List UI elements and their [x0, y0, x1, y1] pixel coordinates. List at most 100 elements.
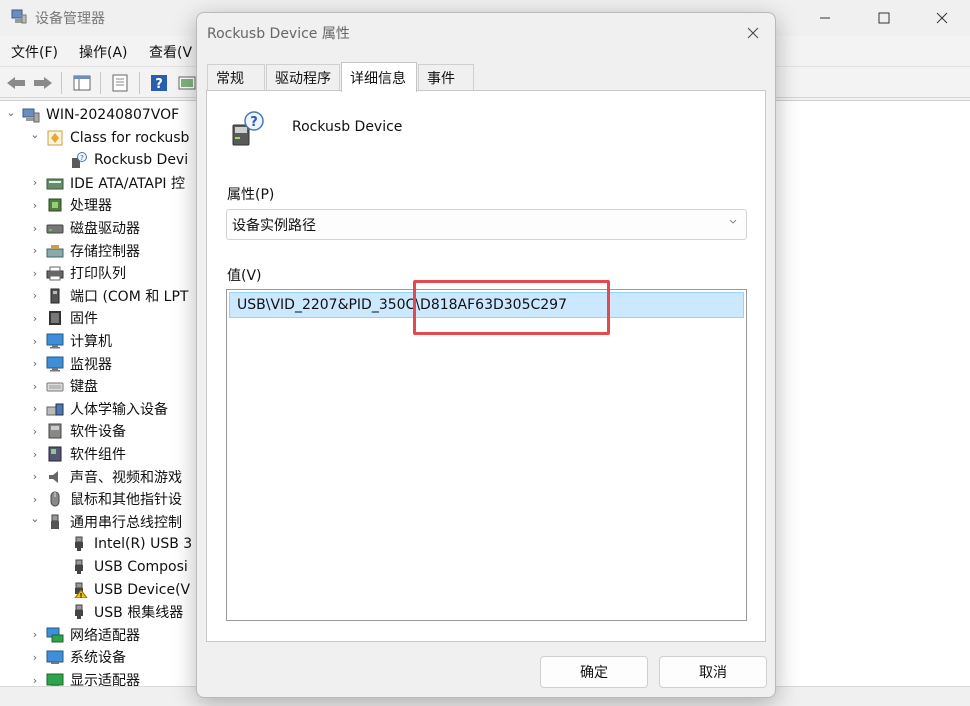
properties-dialog: Rockusb Device 属性 常规 驱动程序 详细信息 事件 ? Rock…: [196, 12, 776, 698]
tab-details[interactable]: 详细信息: [341, 62, 417, 92]
scan-hardware-icon: [178, 76, 196, 90]
usb-icon: [51, 514, 59, 529]
property-dropdown-value: 设备实例路径: [232, 217, 316, 234]
tree-item-label: Intel(R) USB 3: [94, 536, 193, 553]
usb-plug-icon: [75, 604, 83, 620]
chevron-right-icon[interactable]: ›: [28, 493, 42, 506]
chevron-right-icon[interactable]: ›: [28, 470, 42, 483]
details-panel: ? Rockusb Device 属性(P) 设备实例路径 值(V) USB\V…: [206, 90, 766, 642]
app-title: 设备管理器: [35, 11, 105, 27]
close-icon: [747, 27, 759, 39]
tree-item-label: 存储控制器: [70, 243, 140, 260]
minimize-icon: [820, 17, 830, 19]
disk-icon: [46, 224, 64, 234]
chevron-right-icon[interactable]: ›: [28, 651, 42, 664]
chevron-right-icon[interactable]: ›: [28, 628, 42, 641]
update-driver-button[interactable]: [176, 72, 198, 94]
chevron-down-icon: [729, 219, 737, 224]
dialog-title: Rockusb Device 属性: [207, 26, 350, 42]
chevron-right-icon[interactable]: ›: [28, 425, 42, 438]
forward-arrow-icon: [34, 77, 52, 89]
device-name: Rockusb Device: [292, 119, 403, 135]
chevron-right-icon[interactable]: ›: [28, 267, 42, 280]
network-icon: [46, 627, 64, 643]
tree-item-label: 处理器: [70, 198, 112, 215]
chevron-right-icon[interactable]: ›: [28, 199, 42, 212]
chevron-right-icon[interactable]: ›: [28, 222, 42, 235]
hid-icon: [46, 403, 64, 416]
chevron-down-icon[interactable]: ⌄: [4, 106, 18, 119]
tree-item-label: 端口 (COM 和 LPT: [70, 288, 189, 305]
chevron-right-icon[interactable]: ›: [28, 674, 42, 687]
menu-file[interactable]: 文件(F): [11, 42, 58, 62]
chevron-down-icon[interactable]: ⌄: [28, 128, 42, 141]
chevron-right-icon[interactable]: ›: [28, 244, 42, 257]
chevron-right-icon[interactable]: ›: [28, 380, 42, 393]
chevron-right-icon[interactable]: ›: [28, 402, 42, 415]
show-hide-console-tree-button[interactable]: [71, 72, 93, 94]
tab-strip: 常规 驱动程序 详细信息 事件: [207, 62, 767, 92]
back-button[interactable]: [5, 72, 27, 94]
chevron-right-icon[interactable]: ›: [28, 289, 42, 302]
speaker-icon: [49, 470, 58, 483]
device-manager-icon: [11, 9, 27, 24]
tree-item-label: 软件设备: [70, 424, 126, 441]
tab-events[interactable]: 事件: [418, 64, 474, 90]
ok-button[interactable]: 确定: [540, 656, 648, 688]
menu-view[interactable]: 查看(V: [149, 42, 192, 62]
svg-text:!: !: [80, 592, 83, 598]
ide-icon: [46, 178, 64, 190]
value-listbox[interactable]: USB\VID_2207&PID_350C\D818AF63D305C297: [226, 289, 747, 621]
value-label: 值(V): [227, 268, 262, 284]
chevron-right-icon[interactable]: ›: [28, 176, 42, 189]
tree-item-label: 通用串行总线控制: [70, 514, 182, 531]
properties-button[interactable]: [109, 72, 131, 94]
close-window-button[interactable]: [913, 0, 970, 36]
firmware-icon: [49, 311, 61, 326]
chevron-right-icon[interactable]: ›: [28, 357, 42, 370]
help-button[interactable]: ?: [148, 72, 170, 94]
dialog-close-button[interactable]: [737, 19, 769, 47]
usb-plug-icon: [75, 536, 83, 552]
properties-icon: [112, 74, 128, 92]
tree-item-label: USB Device(V: [94, 581, 191, 598]
property-label: 属性(P): [227, 187, 275, 203]
forward-button[interactable]: [32, 72, 54, 94]
toolbar-separator: [100, 72, 101, 94]
minimize-button[interactable]: [796, 0, 854, 36]
cpu-icon: [48, 198, 62, 212]
printer-icon: [46, 266, 64, 281]
chevron-right-icon[interactable]: ›: [28, 335, 42, 348]
maximize-button[interactable]: [855, 0, 913, 36]
chevron-right-icon[interactable]: ›: [28, 312, 42, 325]
chevron-down-icon[interactable]: ⌄: [28, 512, 42, 525]
menu-action[interactable]: 操作(A): [79, 42, 128, 62]
tree-item-label: 声音、视频和游戏: [70, 469, 182, 486]
warning-usb-icon: !: [74, 582, 88, 598]
tree-item-label: Rockusb Devi: [94, 152, 189, 169]
tree-item-label: WIN-20240807VOF: [46, 107, 180, 123]
tree-item-label: USB 根集线器: [94, 605, 184, 622]
usb-plug-icon: [75, 559, 83, 574]
tab-driver[interactable]: 驱动程序: [266, 64, 340, 90]
tab-general[interactable]: 常规: [207, 64, 265, 90]
tree-item-label: 磁盘驱动器: [70, 221, 140, 237]
cancel-button[interactable]: 取消: [659, 656, 767, 688]
property-dropdown[interactable]: 设备实例路径: [226, 209, 747, 240]
monitor-icon: [46, 356, 64, 372]
svg-text:?: ?: [155, 77, 163, 92]
chevron-right-icon[interactable]: ›: [28, 448, 42, 461]
class-icon: [47, 130, 63, 146]
back-arrow-icon: [7, 77, 25, 89]
keyboard-icon: [46, 382, 64, 392]
monitor-icon: [46, 333, 64, 349]
tree-item-label: 软件组件: [70, 447, 126, 463]
mouse-icon: [50, 491, 60, 507]
help-icon: ?: [151, 75, 167, 92]
system-icon: [46, 650, 64, 665]
display-icon: [46, 673, 64, 686]
close-icon: [936, 12, 948, 24]
tree-item-label: 人体学输入设备: [70, 401, 168, 418]
tree-item-label: 监视器: [70, 356, 112, 373]
value-list-item[interactable]: USB\VID_2207&PID_350C\D818AF63D305C297: [229, 292, 744, 318]
